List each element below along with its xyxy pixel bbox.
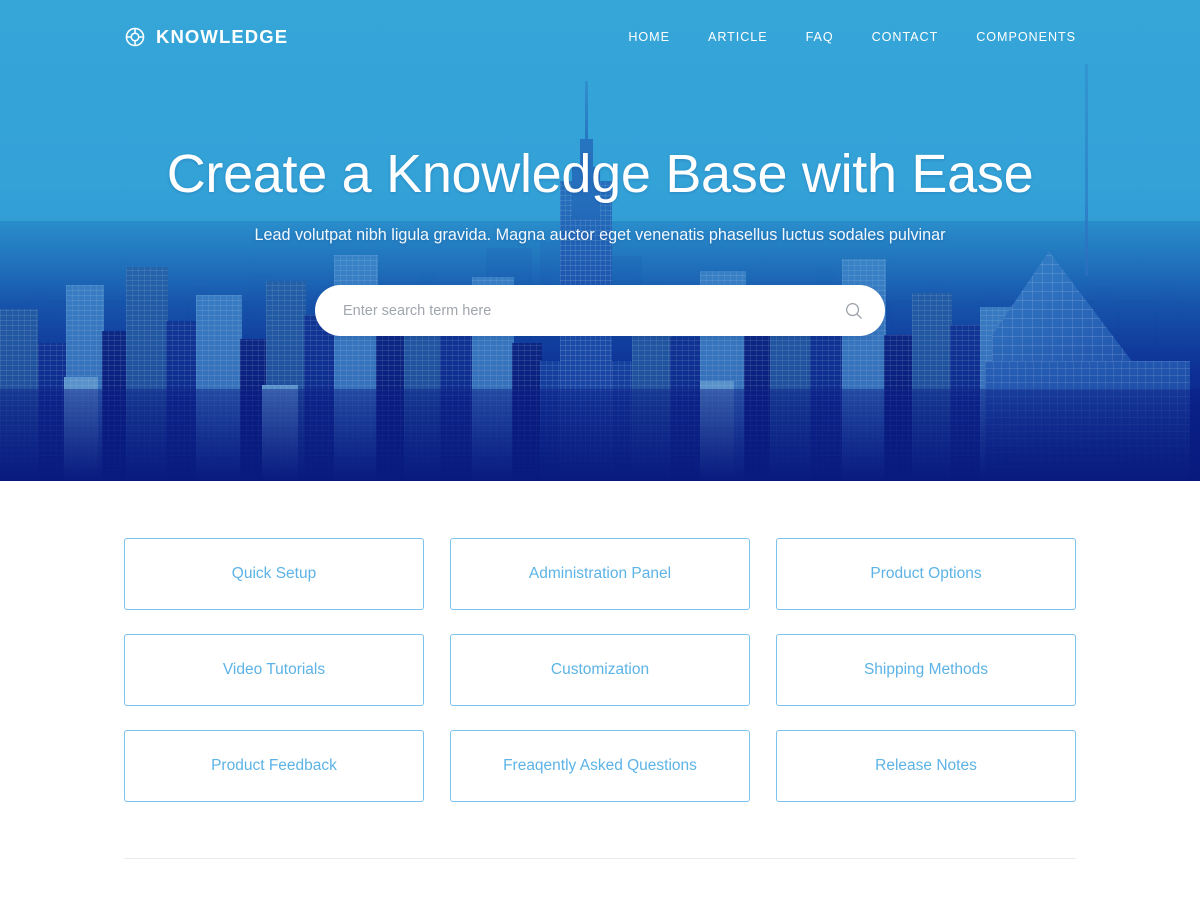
- section-divider: [124, 858, 1076, 859]
- category-label: Administration Panel: [528, 565, 672, 582]
- nav-menu: HOME ARTICLE FAQ CONTACT COMPONENTS: [628, 28, 1076, 46]
- category-label: Product Options: [870, 565, 982, 582]
- nav-item-components[interactable]: COMPONENTS: [976, 28, 1076, 46]
- brand-logo[interactable]: KNOWLEDGE: [124, 26, 288, 48]
- search-icon: [846, 303, 862, 319]
- category-label: Shipping Methods: [863, 661, 989, 678]
- category-card[interactable]: Release Notes: [776, 730, 1076, 802]
- lifebuoy-icon: [125, 27, 145, 47]
- category-grid: Quick Setup Administration Panel Product…: [124, 538, 1076, 802]
- nav-item-article[interactable]: ARTICLE: [708, 28, 768, 46]
- nav-item-contact[interactable]: CONTACT: [872, 28, 939, 46]
- nav-link-components[interactable]: COMPONENTS: [976, 30, 1076, 44]
- category-card[interactable]: Quick Setup: [124, 538, 424, 610]
- category-card[interactable]: Customization: [450, 634, 750, 706]
- category-label: Video Tutorials: [222, 661, 326, 678]
- category-label: Release Notes: [875, 757, 977, 774]
- main-navigation: KNOWLEDGE HOME ARTICLE FAQ CONTACT COMPO…: [0, 0, 1200, 74]
- hero-subtitle: Lead volutpat nibh ligula gravida. Magna…: [254, 226, 946, 245]
- category-card[interactable]: Freaqently Asked Questions: [450, 730, 750, 802]
- category-card[interactable]: Shipping Methods: [776, 634, 1076, 706]
- nav-item-faq[interactable]: FAQ: [806, 28, 834, 46]
- page-title: Create a Knowledge Base with Ease: [166, 144, 1034, 204]
- category-label: Customization: [550, 661, 650, 678]
- nav-link-contact[interactable]: CONTACT: [872, 30, 939, 44]
- nav-link-home[interactable]: HOME: [628, 30, 670, 44]
- category-card[interactable]: Product Feedback: [124, 730, 424, 802]
- search-bar: [315, 285, 885, 337]
- nav-item-home[interactable]: HOME: [628, 28, 670, 46]
- search-button[interactable]: [839, 296, 869, 326]
- main-content: Quick Setup Administration Panel Product…: [0, 481, 1200, 859]
- hero-section: KNOWLEDGE HOME ARTICLE FAQ CONTACT COMPO…: [0, 0, 1200, 481]
- search-input[interactable]: [315, 285, 885, 337]
- category-card[interactable]: Administration Panel: [450, 538, 750, 610]
- nav-link-article[interactable]: ARTICLE: [708, 30, 768, 44]
- category-label: Freaqently Asked Questions: [503, 757, 697, 774]
- category-card[interactable]: Product Options: [776, 538, 1076, 610]
- brand-name: KNOWLEDGE: [156, 26, 289, 47]
- category-card[interactable]: Video Tutorials: [124, 634, 424, 706]
- category-label: Quick Setup: [231, 565, 317, 582]
- nav-link-faq[interactable]: FAQ: [806, 30, 834, 44]
- category-label: Product Feedback: [211, 757, 337, 774]
